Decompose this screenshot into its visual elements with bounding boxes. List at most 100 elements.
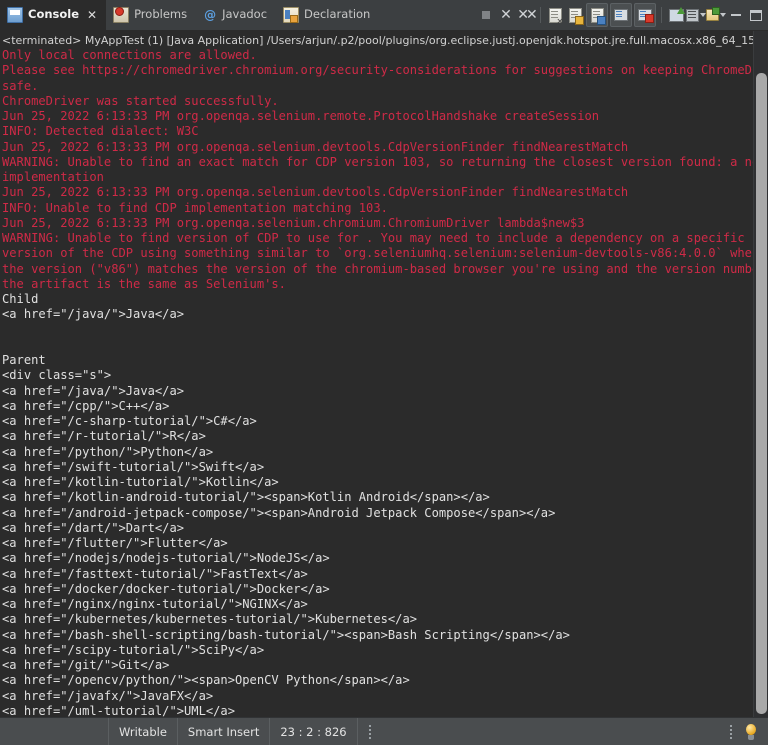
open-console-button[interactable] — [706, 4, 726, 26]
tab-declaration-label: Declaration — [304, 9, 370, 21]
show-console-on-output-button[interactable] — [586, 3, 608, 27]
quick-fix-indicator[interactable] — [743, 718, 768, 745]
status-position: 23 : 2 : 826 — [270, 718, 356, 745]
tab-console[interactable]: Console ✕ — [0, 0, 106, 30]
console-line: WARNING: Unable to find an exact match f… — [2, 155, 753, 170]
console-line: safe. — [2, 79, 753, 94]
dots-handle-icon — [368, 723, 372, 741]
console-line: the version ("v86") matches the version … — [2, 262, 753, 277]
status-right-handle[interactable] — [719, 718, 743, 745]
console-scroll-region[interactable]: <terminated> MyAppTest (1) [Java Applica… — [0, 31, 753, 717]
console-line: Only local connections are allowed. — [2, 48, 753, 63]
console-line: <a href="/python/">Python</a> — [2, 445, 753, 460]
terminal-blue-icon — [614, 9, 628, 21]
remove-launch-button[interactable]: ✕ — [496, 4, 516, 26]
close-x-icon: ✕ — [500, 8, 512, 22]
scrollbar-thumb[interactable] — [756, 73, 767, 714]
pin-console-button[interactable] — [666, 4, 686, 26]
console-line: <a href="/swift-tutorial/">Swift</a> — [2, 460, 753, 475]
console-line: <a href="/git/">Git</a> — [2, 658, 753, 673]
lightbulb-icon — [745, 724, 757, 740]
javadoc-icon: @ — [203, 8, 217, 22]
error-badge-icon — [645, 14, 654, 23]
console-text[interactable]: <terminated> MyAppTest (1) [Java Applica… — [0, 31, 753, 717]
toolbar-separator — [661, 7, 662, 23]
console-line: <a href="/java/">Java</a> — [2, 307, 753, 322]
console-line: <a href="/fasttext-tutorial/">FastText</… — [2, 567, 753, 582]
open-console-icon — [706, 9, 719, 21]
console-line: Child — [2, 292, 753, 307]
console-line: <terminated> MyAppTest (1) [Java Applica… — [2, 33, 753, 48]
clear-console-icon: ✕ — [549, 8, 562, 23]
console-line: Jun 25, 2022 6:13:33 PM org.openqa.selen… — [2, 216, 753, 231]
scroll-lock-button[interactable] — [565, 4, 585, 26]
console-line — [2, 323, 753, 338]
console-line: <a href="/c-sharp-tutorial/">C#</a> — [2, 414, 753, 429]
remove-all-terminated-button[interactable]: ✕✕ — [516, 4, 536, 26]
terminate-button[interactable] — [476, 4, 496, 26]
status-spacer — [382, 718, 719, 745]
status-drag-handle[interactable] — [358, 718, 382, 745]
clear-console-button[interactable]: ✕ — [545, 4, 565, 26]
show-console-on-error-button[interactable] — [610, 3, 632, 27]
maximize-button[interactable] — [746, 4, 766, 26]
console-line: WARNING: Unable to find version of CDP t… — [2, 231, 753, 246]
status-insert-mode: Smart Insert — [178, 718, 269, 745]
standard-out-icon — [591, 8, 604, 23]
console-line: INFO: Detected dialect: W3C — [2, 124, 753, 139]
tab-console-label: Console — [28, 9, 79, 21]
problems-icon — [113, 7, 129, 23]
console-line: <a href="/nginx/nginx-tutorial/">NGINX</… — [2, 597, 753, 612]
minimize-icon — [731, 14, 741, 16]
console-line: <a href="/flutter/">Flutter</a> — [2, 536, 753, 551]
console-line: <a href="/javafx/">JavaFX</a> — [2, 689, 753, 704]
console-line: implementation — [2, 170, 753, 185]
double-x-icon: ✕✕ — [517, 8, 534, 22]
console-line: <a href="/cpp/">C++</a> — [2, 399, 753, 414]
arrow-badge-icon — [597, 16, 606, 25]
stop-square-icon — [482, 11, 490, 19]
show-console-on-stderr-button[interactable] — [634, 3, 656, 27]
declaration-icon — [283, 7, 299, 23]
tab-javadoc-label: Javadoc — [222, 9, 267, 21]
tab-javadoc[interactable]: @ Javadoc — [196, 0, 276, 30]
console-line: <a href="/dart/">Dart</a> — [2, 521, 753, 536]
display-selected-console-button[interactable] — [686, 4, 706, 26]
console-line: <a href="/kotlin-tutorial/">Kotlin</a> — [2, 475, 753, 490]
console-line: Jun 25, 2022 6:13:33 PM org.openqa.selen… — [2, 185, 753, 200]
console-line: <a href="/kotlin-android-tutorial/"><spa… — [2, 490, 753, 505]
console-line: <a href="/r-tutorial/">R</a> — [2, 429, 753, 444]
x-badge-icon: ✕ — [557, 18, 564, 25]
console-line: <a href="/opencv/python/"><span>OpenCV P… — [2, 673, 753, 688]
console-line: <a href="/kubernetes/kubernetes-tutorial… — [2, 612, 753, 627]
console-line: the artifact is the same as Selenium's. — [2, 277, 753, 292]
display-console-icon — [686, 9, 699, 22]
console-toolbar: ✕ ✕✕ ✕ — [476, 0, 768, 30]
console-line: <a href="/uml-tutorial/">UML</a> — [2, 704, 753, 717]
console-view-tabbar: Console ✕ Problems @ Javadoc Declaration… — [0, 0, 768, 31]
minimize-button[interactable] — [726, 4, 746, 26]
console-line: <a href="/docker/docker-tutorial/">Docke… — [2, 582, 753, 597]
close-icon[interactable]: ✕ — [87, 9, 97, 21]
eclipse-console-window: Console ✕ Problems @ Javadoc Declaration… — [0, 0, 768, 745]
console-vertical-scrollbar[interactable] — [753, 31, 768, 717]
status-bar: Writable Smart Insert 23 : 2 : 826 — [0, 717, 768, 745]
console-icon — [7, 7, 23, 23]
console-line: ChromeDriver was started successfully. — [2, 94, 753, 109]
console-line: <a href="/scipy-tutorial/">SciPy</a> — [2, 643, 753, 658]
console-line: <a href="/nodejs/nodejs-tutorial/">NodeJ… — [2, 551, 753, 566]
console-output-area: <terminated> MyAppTest (1) [Java Applica… — [0, 31, 768, 717]
console-line: version of the CDP using something simil… — [2, 246, 753, 261]
console-line: <a href="/android-jetpack-compose/"><spa… — [2, 506, 753, 521]
scroll-lock-icon — [569, 8, 582, 23]
console-line: Jun 25, 2022 6:13:33 PM org.openqa.selen… — [2, 109, 753, 124]
tab-declaration[interactable]: Declaration — [276, 0, 379, 30]
console-line: <div class="s"> — [2, 368, 753, 383]
tab-problems[interactable]: Problems — [106, 0, 196, 30]
console-line: Jun 25, 2022 6:13:33 PM org.openqa.selen… — [2, 140, 753, 155]
dots-handle-icon — [729, 723, 733, 741]
console-line: Parent — [2, 353, 753, 368]
console-line — [2, 338, 753, 353]
lock-badge-icon — [575, 16, 584, 25]
console-line: Please see https://chromedriver.chromium… — [2, 63, 753, 78]
